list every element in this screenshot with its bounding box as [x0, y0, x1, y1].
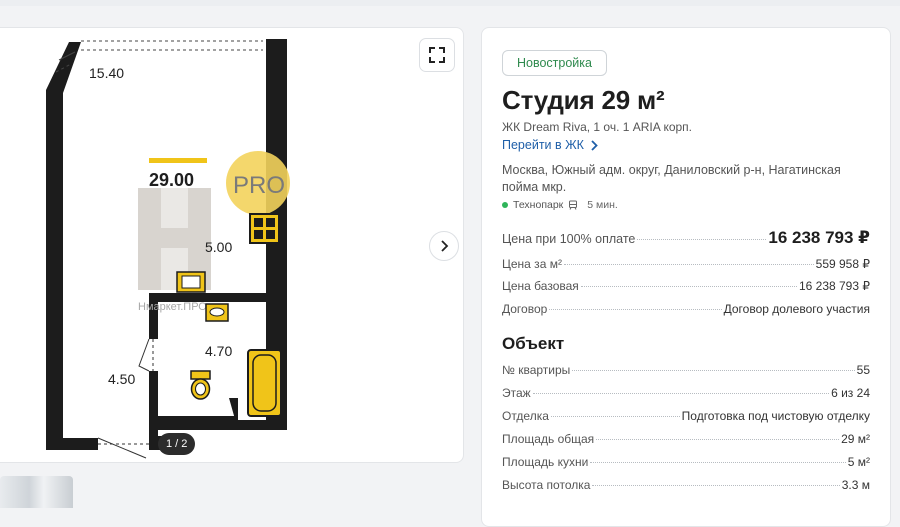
leader-dots: [596, 439, 840, 440]
object-value: 5 м²: [847, 455, 870, 469]
price-row: Договор Договор долевого участия: [502, 302, 870, 316]
dim-top-label: 15.40: [89, 65, 124, 81]
expand-icon: [429, 47, 445, 63]
price-label: Цена за м²: [502, 257, 562, 271]
metro-line-icon: [502, 202, 508, 208]
go-to-complex-link[interactable]: Перейти в ЖК: [502, 138, 598, 152]
leader-dots: [590, 462, 846, 463]
chevron-right-icon: [591, 139, 598, 151]
new-building-badge: Новостройка: [502, 50, 607, 76]
price-label: Цена при 100% оплате: [502, 232, 636, 246]
price-value: Договор долевого участия: [723, 302, 870, 316]
price-row: Цена базовая 16 238 793 ₽: [502, 279, 870, 293]
metro-time: 5 мин.: [587, 199, 618, 211]
object-label: Этаж: [502, 386, 531, 400]
complex-name: ЖК Dream Riva, 1 оч. 1 ARIA корп.: [502, 120, 693, 134]
object-row: Площадь общая 29 м²: [502, 432, 870, 446]
price-label: Цена базовая: [502, 279, 579, 293]
hall-area-label: 4.50: [108, 371, 135, 387]
object-row: Площадь кухни 5 м²: [502, 455, 870, 469]
price-value: 16 238 793 ₽: [798, 279, 870, 293]
leader-dots: [592, 485, 840, 486]
leader-dots: [532, 393, 830, 394]
object-value: 6 из 24: [831, 386, 870, 400]
fullscreen-button[interactable]: [419, 38, 455, 72]
metro-station: Технопарк: [513, 199, 564, 211]
floor-plan-card: 15.40 29.00 Нмаркет.ПРО PRO 5.00 4.70 4.…: [0, 27, 464, 463]
toilet-icon: [190, 370, 211, 400]
next-image-button[interactable]: [429, 231, 459, 261]
stove-icon: [249, 213, 280, 244]
bath-door: [138, 338, 154, 372]
object-value: Подготовка под чистовую отделку: [681, 409, 870, 423]
leader-dots: [637, 239, 767, 240]
price-row: Цена за м² 559 958 ₽: [502, 257, 870, 271]
object-label: № квартиры: [502, 363, 571, 377]
object-value: 29 м²: [841, 432, 870, 446]
price-label: Договор: [502, 302, 548, 316]
go-to-complex-label: Перейти в ЖК: [502, 138, 584, 152]
chevron-right-icon: [441, 240, 449, 252]
leader-dots: [550, 416, 680, 417]
leader-dots: [563, 264, 814, 265]
object-label: Высота потолка: [502, 478, 591, 492]
floor-plan-drawing[interactable]: 15.40 29.00 Нмаркет.ПРО PRO 5.00 4.70 4.…: [1, 28, 464, 463]
object-label: Отделка: [502, 409, 549, 423]
object-row: № квартиры 55: [502, 363, 870, 377]
bathtub-icon: [247, 349, 282, 417]
object-section-heading: Объект: [502, 334, 565, 353]
image-pager: 1 / 2: [158, 433, 196, 455]
object-value: 3.3 м: [841, 478, 870, 492]
object-row: Отделка Подготовка под чистовую отделку: [502, 409, 870, 423]
total-area-label: 29.00: [149, 170, 194, 190]
price-row: Цена при 100% оплате 16 238 793 ₽: [502, 228, 870, 248]
address: Москва, Южный адм. округ, Даниловский р-…: [502, 163, 841, 194]
watermark-text: Нмаркет.ПРО: [138, 301, 207, 313]
object-label: Площадь кухни: [502, 455, 589, 469]
object-row: Этаж 6 из 24: [502, 386, 870, 400]
top-divider: [0, 0, 900, 6]
total-area-bar: [149, 158, 207, 163]
price-value: 16 238 793 ₽: [768, 228, 870, 247]
listing-title: Студия 29 м²: [502, 85, 665, 115]
kitchen-area-label: 5.00: [205, 239, 232, 255]
leader-dots: [572, 370, 855, 371]
metro-info: Технопарк 5 мин.: [502, 199, 618, 211]
price-value: 559 958 ₽: [815, 257, 870, 271]
object-row: Высота потолка 3.3 м: [502, 478, 870, 492]
object-value: 55: [856, 363, 870, 377]
kitchen-sink-icon: [176, 271, 206, 293]
bath-area-label: 4.70: [205, 343, 232, 359]
transport-icon: [569, 200, 578, 210]
bath-sink-icon: [205, 303, 229, 322]
window-top: [55, 40, 263, 73]
listing-info-card: Новостройка Студия 29 м² ЖК Dream Riva, …: [481, 27, 891, 527]
gallery-thumbnail[interactable]: [0, 476, 73, 508]
leader-dots: [549, 309, 722, 310]
entry-door: [97, 437, 149, 459]
leader-dots: [580, 286, 797, 287]
object-label: Площадь общая: [502, 432, 595, 446]
pro-label: PRO: [233, 172, 285, 199]
